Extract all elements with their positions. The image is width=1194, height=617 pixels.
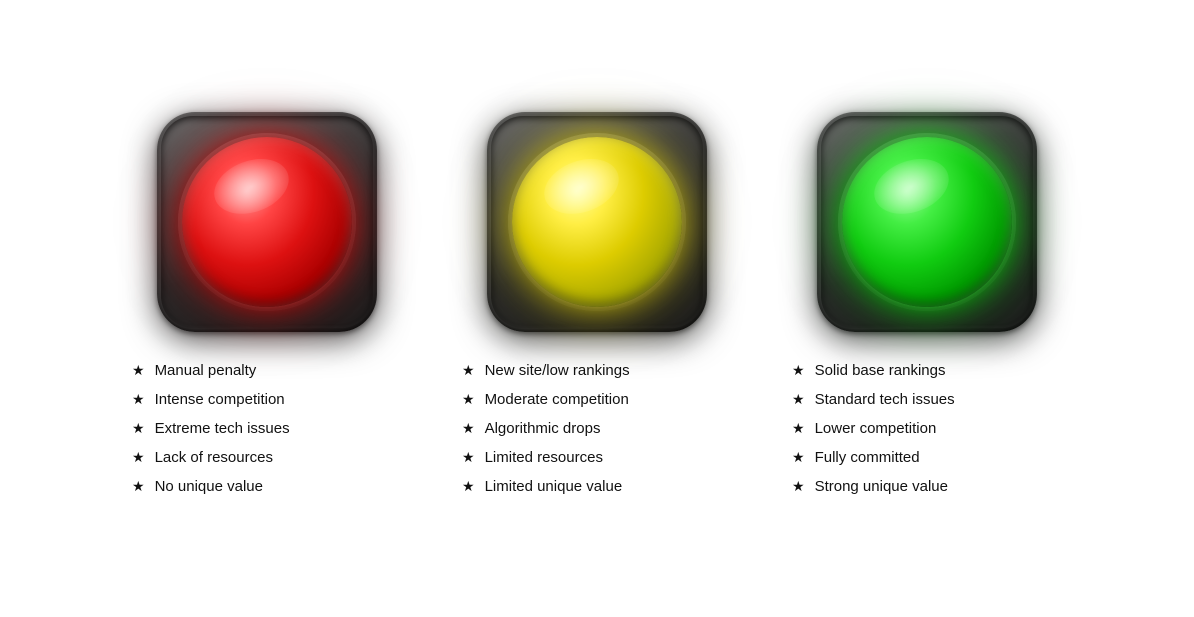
column-green: ★ Solid base rankings ★ Standard tech is… [782, 112, 1072, 505]
list-item: ★ Fully committed [792, 447, 1062, 468]
star-icon: ★ [132, 390, 145, 410]
list-item-text: Fully committed [815, 447, 920, 468]
star-icon: ★ [792, 448, 805, 468]
green-bulb [842, 137, 1012, 307]
star-icon: ★ [132, 477, 145, 497]
green-list: ★ Solid base rankings ★ Standard tech is… [782, 360, 1072, 505]
list-item: ★ Strong unique value [792, 476, 1062, 497]
star-icon: ★ [132, 448, 145, 468]
green-bulb-ring [838, 133, 1016, 311]
list-item: ★ Algorithmic drops [462, 418, 732, 439]
list-item: ★ Standard tech issues [792, 389, 1062, 410]
star-icon: ★ [462, 419, 475, 439]
list-item-text: Moderate competition [485, 389, 629, 410]
list-item: ★ Limited resources [462, 447, 732, 468]
list-item: ★ Lower competition [792, 418, 1062, 439]
list-item-text: Solid base rankings [815, 360, 946, 381]
list-item: ★ Manual penalty [132, 360, 402, 381]
list-item-text: Algorithmic drops [485, 418, 601, 439]
yellow-bulb [512, 137, 682, 307]
star-icon: ★ [132, 419, 145, 439]
list-item: ★ Intense competition [132, 389, 402, 410]
list-item-text: Strong unique value [815, 476, 948, 497]
list-item-text: Standard tech issues [815, 389, 955, 410]
list-item-text: Lack of resources [155, 447, 273, 468]
star-icon: ★ [462, 477, 475, 497]
star-icon: ★ [132, 361, 145, 381]
yellow-list: ★ New site/low rankings ★ Moderate compe… [452, 360, 742, 505]
list-item-text: New site/low rankings [485, 360, 630, 381]
star-icon: ★ [792, 477, 805, 497]
green-light-button[interactable] [817, 112, 1037, 332]
yellow-light-button[interactable] [487, 112, 707, 332]
star-icon: ★ [792, 390, 805, 410]
star-icon: ★ [462, 390, 475, 410]
star-icon: ★ [792, 361, 805, 381]
list-item: ★ Moderate competition [462, 389, 732, 410]
column-red: ★ Manual penalty ★ Intense competition ★… [122, 112, 412, 505]
list-item-text: Lower competition [815, 418, 937, 439]
list-item-text: Intense competition [155, 389, 285, 410]
list-item-text: Limited resources [485, 447, 603, 468]
list-item-text: No unique value [155, 476, 263, 497]
list-item: ★ Solid base rankings [792, 360, 1062, 381]
list-item: ★ Limited unique value [462, 476, 732, 497]
red-light-button[interactable] [157, 112, 377, 332]
star-icon: ★ [462, 448, 475, 468]
star-icon: ★ [792, 419, 805, 439]
list-item: ★ No unique value [132, 476, 402, 497]
list-item-text: Limited unique value [485, 476, 623, 497]
red-list: ★ Manual penalty ★ Intense competition ★… [122, 360, 412, 505]
list-item-text: Extreme tech issues [155, 418, 290, 439]
red-bulb-ring [178, 133, 356, 311]
red-bulb [182, 137, 352, 307]
list-item: ★ Extreme tech issues [132, 418, 402, 439]
star-icon: ★ [462, 361, 475, 381]
list-item-text: Manual penalty [155, 360, 257, 381]
list-item: ★ New site/low rankings [462, 360, 732, 381]
list-item: ★ Lack of resources [132, 447, 402, 468]
column-yellow: ★ New site/low rankings ★ Moderate compe… [452, 112, 742, 505]
main-container: ★ Manual penalty ★ Intense competition ★… [82, 92, 1112, 525]
yellow-bulb-ring [508, 133, 686, 311]
